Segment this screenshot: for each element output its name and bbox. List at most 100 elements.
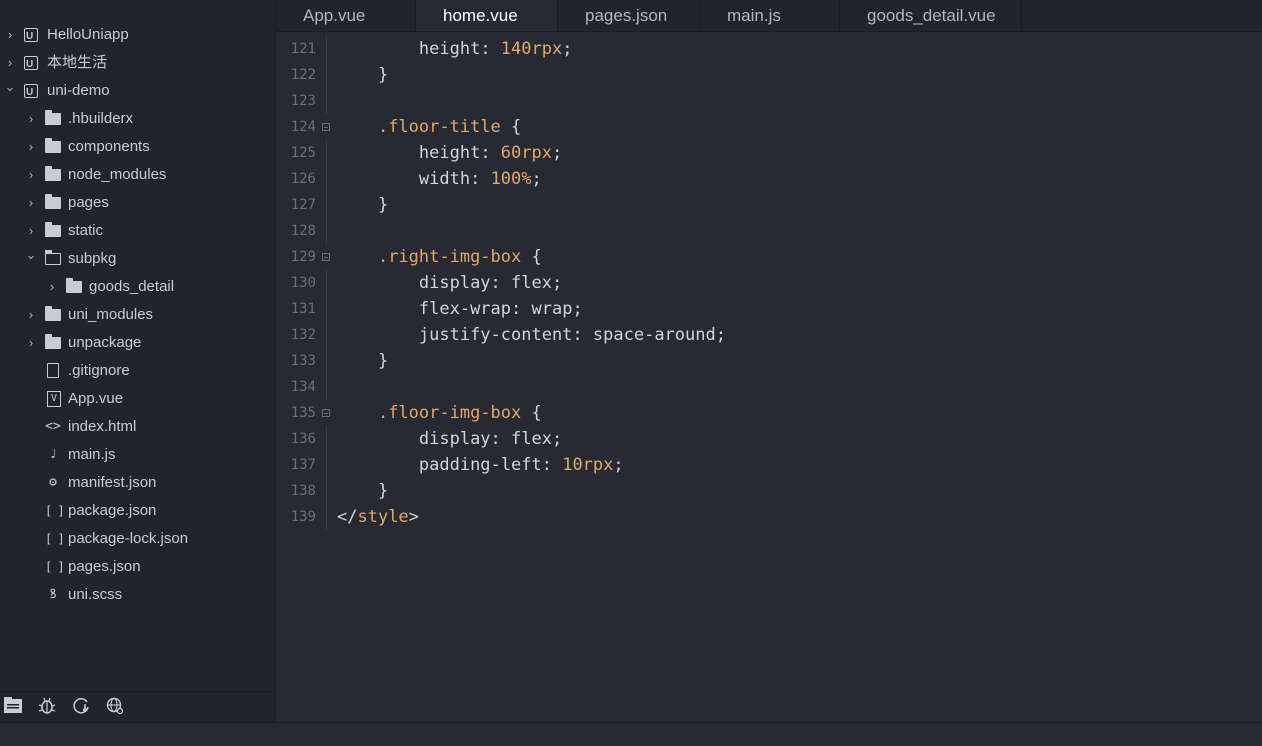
tree-item[interactable]: › HelloUniapp (0, 21, 275, 51)
code-text: </style> (337, 507, 419, 527)
tab-goods-detail-vue[interactable]: goods_detail.vue (840, 0, 1022, 31)
folder-icon (45, 110, 61, 127)
chevron-down-icon[interactable]: ⌄ (25, 241, 37, 269)
code-line[interactable]: 123 (276, 88, 1262, 114)
sidebar-footer (0, 691, 275, 723)
code-editor[interactable]: 121 height: 140rpx; 122 } 123 124 .floor-ti… (276, 32, 1262, 722)
fold-toggle-icon[interactable] (322, 409, 330, 417)
code-text: height: 60rpx; (418, 143, 563, 163)
tree-item[interactable]: › .hbuilderx (0, 105, 275, 133)
fold-toggle-icon[interactable] (322, 253, 330, 261)
code-line[interactable]: 139 </style> (276, 504, 1262, 530)
tab-pages-json[interactable]: pages.json (558, 0, 700, 31)
fold-guide (326, 322, 327, 348)
code-text: width: 100%; (418, 169, 542, 189)
tree-item[interactable]: ⌄ subpkg (0, 245, 275, 273)
status-bar (0, 722, 1262, 746)
tree-item[interactable]: [ ] package-lock.json (0, 525, 275, 553)
tree-item-label: package.json (68, 502, 157, 519)
tree-item[interactable]: ⌄uni-demo (0, 77, 275, 107)
chevron-right-icon[interactable]: › (4, 21, 16, 49)
code-line[interactable]: 137 padding-left: 10rpx; (276, 452, 1262, 478)
code-line[interactable]: 136 display: flex; (276, 426, 1262, 452)
tree-item-label: .gitignore (68, 362, 130, 379)
fold-guide (326, 62, 327, 88)
tree-item[interactable]: ♩ main.js (0, 441, 275, 469)
git-icon[interactable] (70, 696, 92, 718)
tree-item[interactable]: › static (0, 217, 275, 245)
code-line[interactable]: 134 (276, 374, 1262, 400)
code-line[interactable]: 135 .floor-img-box { (276, 400, 1262, 426)
chevron-right-icon[interactable]: › (46, 273, 58, 301)
tree-item-label: uni.scss (68, 586, 123, 603)
line-number: 126 (290, 171, 316, 187)
fold-guide (326, 452, 327, 478)
fold-toggle-icon[interactable] (322, 123, 330, 131)
tree-item[interactable]: › unpackage (0, 329, 275, 357)
project-explorer: ›HelloUniapp›本地生活⌄uni-demo›.hbuilderx›co… (0, 0, 276, 722)
chevron-right-icon[interactable]: › (25, 329, 37, 357)
code-line[interactable]: 131 flex-wrap: wrap; (276, 296, 1262, 322)
browser-icon[interactable] (104, 696, 126, 718)
json-file-icon: [ ] (45, 560, 65, 574)
json-file-icon: [ ] (45, 504, 65, 518)
scss-file-icon: ꝸ (49, 587, 57, 602)
tab-app-vue[interactable]: App.vue (276, 0, 416, 31)
code-line[interactable]: 128 (276, 218, 1262, 244)
chevron-right-icon[interactable]: › (25, 301, 37, 329)
code-line[interactable]: 121 height: 140rpx; (276, 36, 1262, 62)
tree-item[interactable]: [ ] package.json (0, 497, 275, 525)
tree-item-label: App.vue (68, 390, 124, 407)
tree-item[interactable]: .gitignore (0, 357, 275, 385)
chevron-right-icon[interactable]: › (25, 189, 37, 217)
tree-item[interactable]: V App.vue (0, 385, 275, 413)
chevron-right-icon[interactable]: › (25, 105, 37, 133)
debug-icon[interactable] (36, 696, 58, 718)
code-line[interactable]: 124 .floor-title { (276, 114, 1262, 140)
tree-item[interactable]: [ ] pages.json (0, 553, 275, 581)
code-line[interactable]: 127 } (276, 192, 1262, 218)
line-number: 134 (290, 379, 316, 395)
tab-home-vue[interactable]: home.vue (416, 0, 558, 31)
code-line[interactable]: 138 } (276, 478, 1262, 504)
manifest-file-icon: ⚙ (49, 475, 57, 490)
tree-item[interactable]: › uni_modules (0, 301, 275, 329)
line-number: 133 (290, 353, 316, 369)
code-line[interactable]: 122 } (276, 62, 1262, 88)
code-line[interactable]: 132 justify-content: space-around; (276, 322, 1262, 348)
code-line[interactable]: 133 } (276, 348, 1262, 374)
code-line[interactable]: 126 width: 100%; (276, 166, 1262, 192)
code-line[interactable]: 129 .right-img-box { (276, 244, 1262, 270)
fold-guide (326, 270, 327, 296)
chevron-right-icon[interactable]: › (25, 133, 37, 161)
tree-item[interactable]: › pages (0, 189, 275, 217)
tree-item[interactable]: ꝸ uni.scss (0, 581, 275, 609)
folder-icon (45, 194, 61, 211)
chevron-down-icon[interactable]: ⌄ (4, 73, 16, 101)
tree-item[interactable]: › node_modules (0, 161, 275, 189)
fold-guide (326, 88, 327, 114)
code-text: } (377, 195, 389, 215)
tree-item[interactable]: › components (0, 133, 275, 161)
tab-main-js[interactable]: main.js (700, 0, 840, 31)
code-line[interactable]: 125 height: 60rpx; (276, 140, 1262, 166)
tree-item[interactable]: ⚙ manifest.json (0, 469, 275, 497)
line-number: 131 (290, 301, 316, 317)
tree-item[interactable]: › goods_detail (0, 273, 275, 301)
tree-item[interactable]: <> index.html (0, 413, 275, 441)
tree-item-label: .hbuilderx (68, 110, 134, 127)
line-number: 130 (290, 275, 316, 291)
chevron-right-icon[interactable]: › (25, 161, 37, 189)
fold-guide (326, 140, 327, 166)
tree-item-label: 本地生活 (47, 54, 108, 71)
line-number: 137 (290, 457, 316, 473)
line-number: 135 (290, 405, 316, 421)
tree-item-label: pages (68, 194, 109, 211)
tree-item[interactable]: ›本地生活 (0, 49, 275, 79)
fold-guide (326, 36, 327, 62)
fold-guide (326, 348, 327, 374)
code-text: } (377, 481, 389, 501)
files-icon[interactable] (2, 696, 24, 718)
code-line[interactable]: 130 display: flex; (276, 270, 1262, 296)
tree-item-label: package-lock.json (68, 530, 189, 547)
